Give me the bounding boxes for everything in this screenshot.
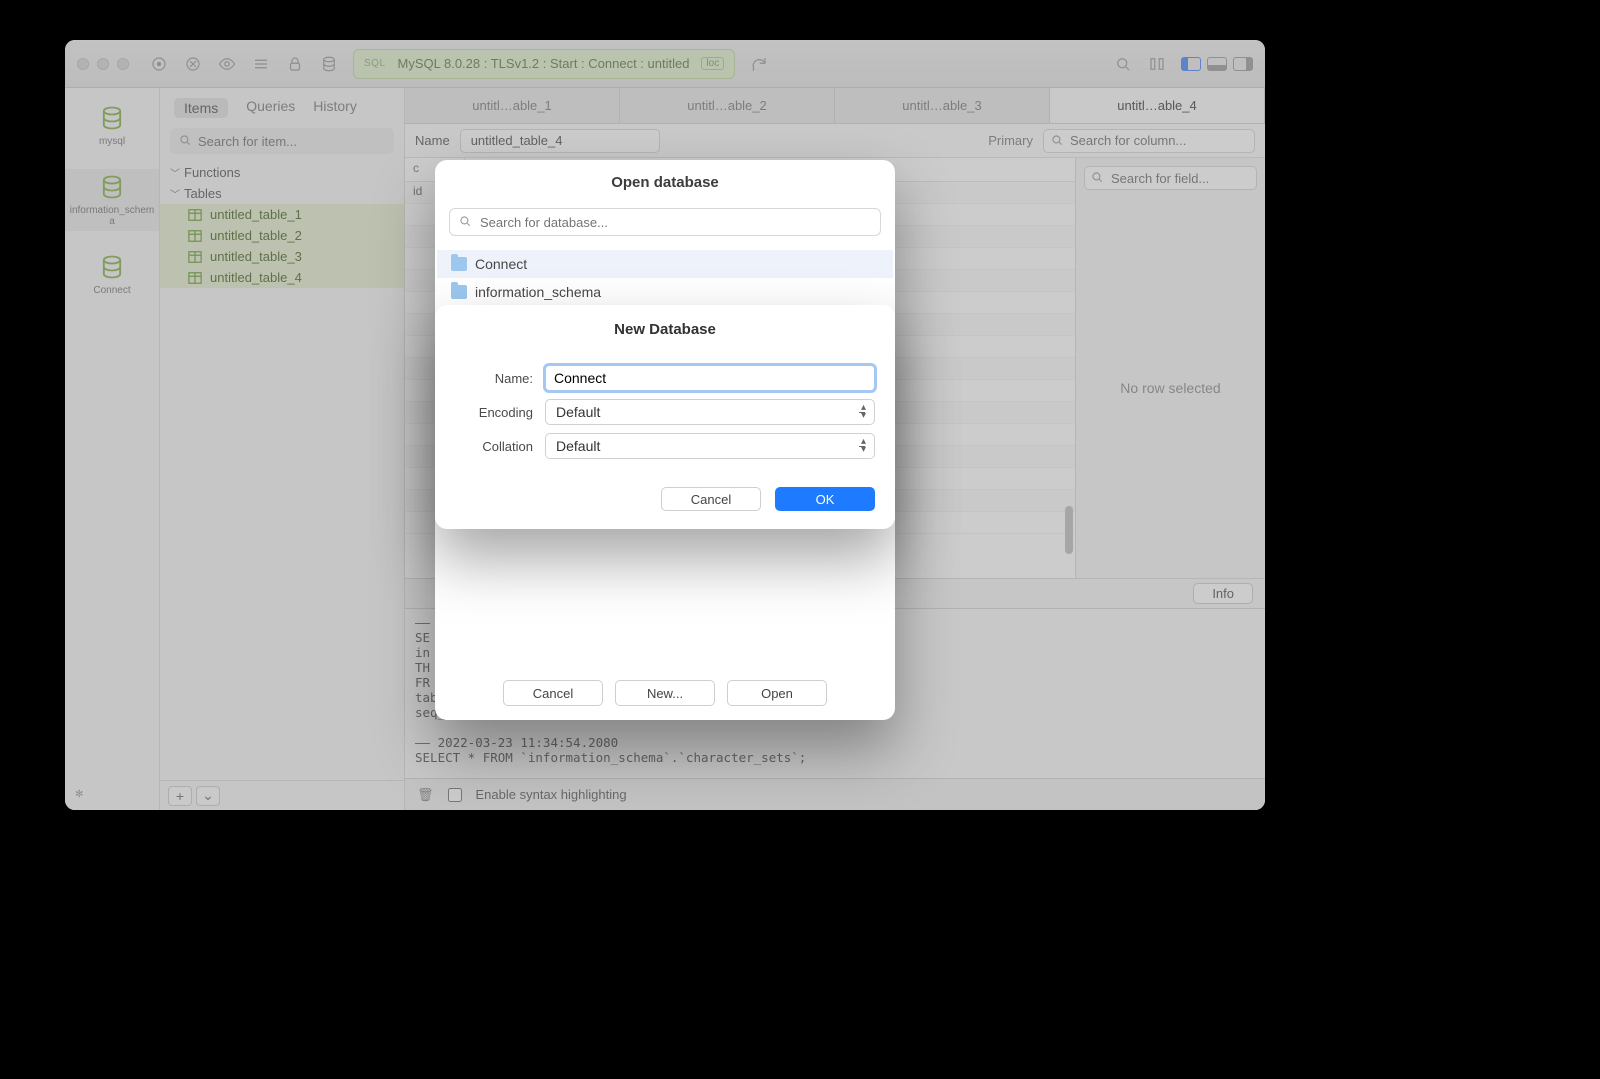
new-db-collation-select[interactable]: Default▴▾ [545, 433, 875, 459]
new-db-ok-button[interactable]: OK [775, 487, 875, 511]
app-window: SQL MySQL 8.0.28 : TLSv1.2 : Start : Con… [65, 40, 1265, 810]
open-db-item[interactable]: Connect [437, 250, 893, 278]
dialog-title: Open database [435, 160, 895, 204]
chevron-updown-icon: ▴▾ [861, 438, 866, 454]
dialog-title: New Database [435, 305, 895, 353]
search-icon [458, 214, 472, 233]
chevron-updown-icon: ▴▾ [861, 404, 866, 420]
open-db-open-button[interactable]: Open [727, 680, 827, 706]
new-db-name-input[interactable] [545, 365, 875, 391]
new-db-cancel-button[interactable]: Cancel [661, 487, 761, 511]
folder-icon [451, 257, 467, 271]
new-db-collation-label: Collation [455, 439, 533, 454]
open-db-search-input[interactable] [449, 208, 881, 236]
new-db-encoding-label: Encoding [455, 405, 533, 420]
open-db-search[interactable] [449, 208, 881, 236]
folder-icon [451, 285, 467, 299]
new-db-name-label: Name: [455, 371, 533, 386]
new-database-dialog: New Database Name: Encoding Default▴▾ Co… [435, 305, 895, 529]
open-db-cancel-button[interactable]: Cancel [503, 680, 603, 706]
open-db-item[interactable]: information_schema [437, 278, 893, 306]
new-db-encoding-select[interactable]: Default▴▾ [545, 399, 875, 425]
open-db-new-button[interactable]: New... [615, 680, 715, 706]
